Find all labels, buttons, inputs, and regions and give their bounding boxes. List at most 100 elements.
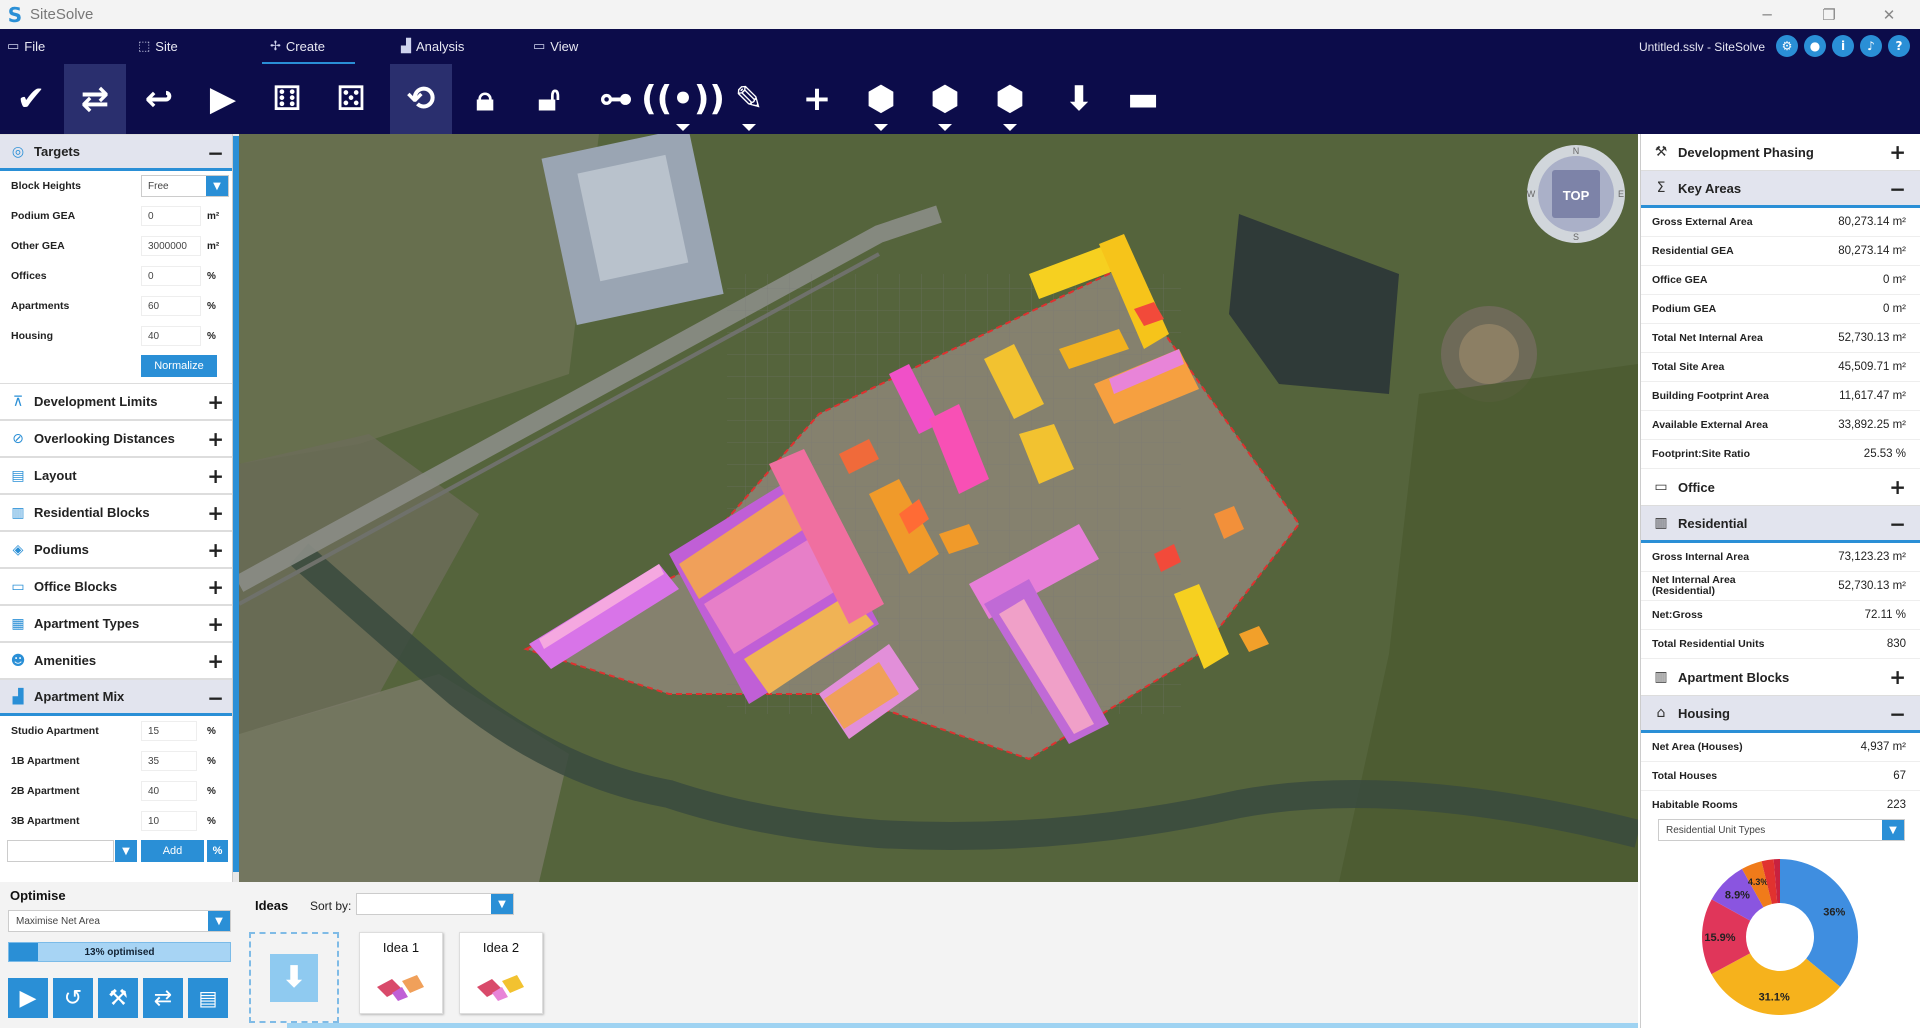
expand-icon[interactable]: + (207, 575, 224, 599)
section-overlooking-distances[interactable]: ⊘ Overlooking Distances + (0, 420, 232, 457)
section-apartment-mix[interactable]: ▟ Apartment Mix − (0, 679, 232, 716)
section-office-blocks[interactable]: ▭ Office Blocks + (0, 568, 232, 605)
cube-draw-icon[interactable]: ⬢ (914, 64, 976, 134)
collapse-icon[interactable]: − (207, 686, 224, 710)
housing-input[interactable]: 40 (141, 326, 201, 346)
save-idea-dropzone[interactable]: ⬇ (249, 932, 339, 1023)
info-icon[interactable]: i (1832, 35, 1854, 57)
expand-icon[interactable]: + (207, 538, 224, 562)
expand-icon[interactable]: + (1889, 140, 1906, 164)
menu-file[interactable]: ▭ File (7, 29, 45, 64)
unlock-icon[interactable]: 🔓︎ (518, 64, 580, 134)
section-development-limits[interactable]: ⊼ Development Limits + (0, 383, 232, 420)
donut-slice[interactable] (1780, 859, 1858, 987)
section-amenities[interactable]: ☻ Amenities + (0, 642, 232, 679)
podium-gea-input[interactable]: 0 (141, 206, 201, 226)
section-targets[interactable]: ◎ Targets − (0, 134, 232, 171)
3b-input[interactable]: 10 (141, 811, 197, 831)
apartment-type-select[interactable] (7, 840, 114, 862)
section-development-phasing[interactable]: ⚒ Development Phasing + (1641, 134, 1920, 171)
menu-create[interactable]: ✢ Create (262, 29, 355, 64)
expand-icon[interactable]: + (207, 649, 224, 673)
clipboard-icon[interactable]: ▤ (188, 978, 228, 1018)
cube-draw-dropdown-icon[interactable] (938, 124, 952, 131)
map-viewport[interactable]: TOP N S E W (239, 134, 1638, 882)
add-button[interactable]: Add (141, 840, 204, 862)
expand-icon[interactable]: + (1889, 665, 1906, 689)
check-icon[interactable]: ✔ (0, 64, 62, 134)
dice-icon[interactable]: ⚅ (256, 64, 318, 134)
section-podiums[interactable]: ◈ Podiums + (0, 531, 232, 568)
wrench-icon[interactable]: ⚒ (98, 978, 138, 1018)
generate-icon[interactable]: ⇄ (143, 978, 183, 1018)
compass-top-label[interactable]: TOP (1563, 188, 1590, 203)
cube-erase-dropdown-icon[interactable] (1003, 124, 1017, 131)
block-heights-select[interactable]: Free ▼ (141, 175, 229, 197)
menu-view[interactable]: ▭ View (533, 29, 578, 64)
chevron-down-icon[interactable]: ▼ (1882, 820, 1904, 840)
optimise-mode-select[interactable]: Maximise Net Area ▼ (8, 910, 231, 932)
download-icon[interactable]: ⬇ (1048, 64, 1110, 134)
cube-erase-icon[interactable]: ⬢ (979, 64, 1041, 134)
apartments-input[interactable]: 60 (141, 296, 201, 316)
section-key-areas[interactable]: Σ Key Areas − (1641, 171, 1920, 208)
expand-icon[interactable]: + (1889, 475, 1906, 499)
percent-button[interactable]: % (207, 840, 228, 862)
section-apartment-blocks[interactable]: ▥ Apartment Blocks + (1641, 659, 1920, 696)
chevron-down-icon[interactable]: ▼ (208, 911, 230, 931)
other-gea-input[interactable]: 3000000 (141, 236, 201, 256)
restore-button[interactable]: ❐ (1800, 0, 1858, 29)
notification-bell-icon[interactable]: ♪ (1860, 35, 1882, 57)
offices-input[interactable]: 0 (141, 266, 201, 286)
broadcast-icon[interactable]: ((•)) (641, 64, 725, 134)
idea-card[interactable]: Idea 1 (359, 932, 443, 1014)
menu-site[interactable]: ⬚ Site (138, 29, 178, 64)
toggle-generate-icon[interactable]: ⇄ (64, 64, 126, 134)
expand-icon[interactable]: + (207, 501, 224, 525)
section-office[interactable]: ▭ Office + (1641, 469, 1920, 506)
help-icon[interactable]: ? (1888, 35, 1910, 57)
settings-gear-icon[interactable]: ⚙ (1776, 35, 1798, 57)
undo-icon[interactable]: ↩ (128, 64, 190, 134)
aerial-site-view[interactable]: TOP N S E W (239, 134, 1638, 882)
expand-icon[interactable]: + (207, 427, 224, 451)
cube-edit-dropdown-icon[interactable] (874, 124, 888, 131)
chevron-down-icon[interactable]: ▼ (115, 840, 137, 862)
expand-icon[interactable]: + (207, 464, 224, 488)
section-apartment-types[interactable]: ▦ Apartment Types + (0, 605, 232, 642)
section-residential[interactable]: ▥ Residential − (1641, 506, 1920, 543)
chevron-down-icon[interactable]: ▼ (491, 894, 513, 914)
collapse-icon[interactable]: − (1889, 177, 1906, 201)
1b-input[interactable]: 35 (141, 751, 197, 771)
studio-input[interactable]: 15 (141, 721, 197, 741)
edit-dropdown-icon[interactable] (742, 124, 756, 131)
reset-icon[interactable]: ↺ (53, 978, 93, 1018)
run-play-icon[interactable]: ▶ (8, 978, 48, 1018)
refresh-lock-icon[interactable]: ⟲ (390, 64, 452, 134)
random-dice-icon[interactable]: ⚄ (320, 64, 382, 134)
sort-by-select[interactable]: ▼ (356, 893, 514, 915)
chevron-down-icon[interactable]: ▼ (206, 176, 228, 196)
collapse-icon[interactable]: − (1889, 512, 1906, 536)
collapse-icon[interactable]: − (207, 141, 224, 165)
lock-icon[interactable]: 🔒︎ (454, 64, 516, 134)
remove-icon[interactable]: ▬ (1112, 64, 1174, 134)
play-icon[interactable]: ▶ (192, 64, 254, 134)
expand-icon[interactable]: + (207, 612, 224, 636)
section-layout[interactable]: ▤ Layout + (0, 457, 232, 494)
menu-analysis[interactable]: ▟ Analysis (401, 29, 464, 64)
network-icon[interactable]: ⊶ (585, 64, 647, 134)
user-icon[interactable]: ● (1804, 35, 1826, 57)
collapse-icon[interactable]: − (1889, 702, 1906, 726)
cube-edit-icon[interactable]: ⬢ (850, 64, 912, 134)
expand-icon[interactable]: + (207, 390, 224, 414)
ideas-scrollbar[interactable] (287, 1023, 1638, 1028)
idea-card[interactable]: Idea 2 (459, 932, 543, 1014)
broadcast-dropdown-icon[interactable] (676, 124, 690, 131)
add-icon[interactable]: + (786, 64, 848, 134)
normalize-button[interactable]: Normalize (141, 355, 217, 377)
close-window-button[interactable]: ✕ (1860, 0, 1918, 29)
minimize-button[interactable]: ─ (1738, 0, 1796, 29)
edit-block-icon[interactable]: ✎ (718, 64, 780, 134)
section-housing[interactable]: ⌂ Housing − (1641, 696, 1920, 733)
